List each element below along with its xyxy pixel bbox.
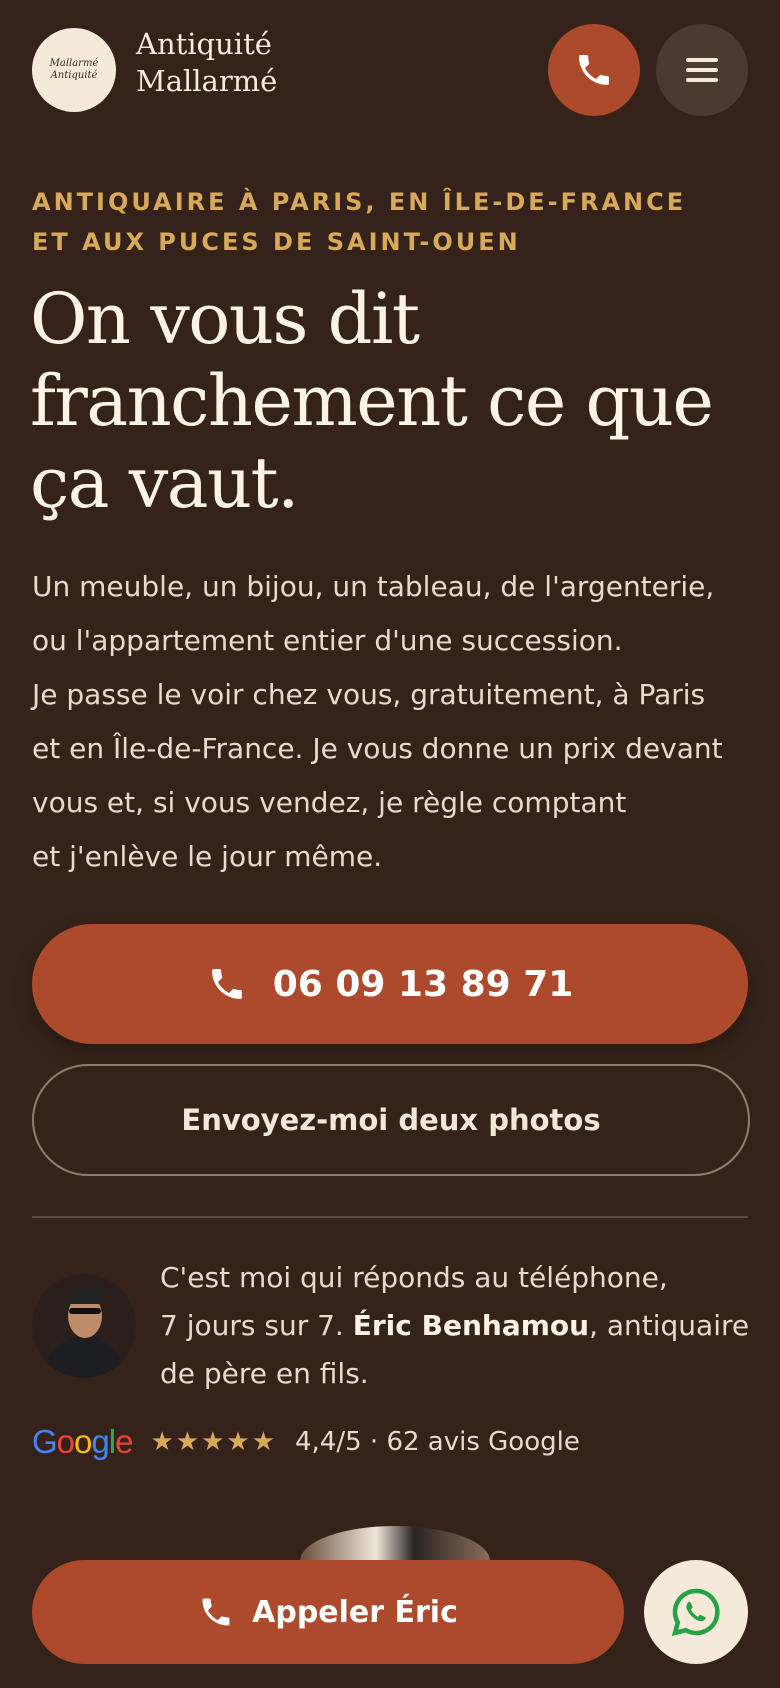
hamburger-menu-icon	[686, 58, 718, 82]
menu-button[interactable]	[656, 24, 748, 116]
phone-icon	[198, 1594, 234, 1630]
brand-line1: Antiquité	[136, 27, 272, 61]
logo-badge-line2: Antiquité	[50, 70, 98, 81]
send-photos-button[interactable]: Envoyez-moi deux photos	[32, 1064, 750, 1176]
whatsapp-icon	[671, 1588, 720, 1637]
kicker-line2: ET AUX PUCES DE SAINT-OUEN	[32, 228, 521, 256]
header-call-button[interactable]	[548, 24, 640, 116]
whatsapp-button[interactable]	[644, 1560, 748, 1664]
section-divider	[32, 1216, 748, 1218]
rating-text: 4,4/5 · 62 avis Google	[295, 1427, 580, 1457]
body-line: Un meuble, un bijou, un tableau, de l'ar…	[32, 570, 715, 603]
owner-intro: C'est moi qui réponds au téléphone, 7 jo…	[160, 1254, 760, 1398]
intro-line1: C'est moi qui réponds au téléphone,	[160, 1261, 668, 1294]
owner-name: Éric Benhamou	[352, 1309, 590, 1342]
brand-line2: Mallarmé	[136, 64, 278, 98]
brand-name[interactable]: Antiquité Mallarmé	[136, 26, 396, 100]
phone-icon	[207, 964, 247, 1004]
hero-body: Un meuble, un bijou, un tableau, de l'ar…	[32, 560, 752, 884]
logo-badge[interactable]: Mallarmé Antiquité	[32, 28, 116, 112]
body-line: ou l'appartement entier d'une succession…	[32, 624, 623, 657]
intro-line2: 7 jours sur 7. Éric Benhamou, antiquaire	[160, 1302, 760, 1350]
star-rating: ★★★★★	[150, 1427, 277, 1457]
intro-line3: de père en fils.	[160, 1357, 369, 1390]
send-photos-label: Envoyez-moi deux photos	[181, 1103, 601, 1137]
hero-headline: On vous dit franchement ce que ça vaut.	[30, 278, 714, 524]
google-logo: Google	[32, 1423, 133, 1460]
avatar	[32, 1274, 136, 1378]
site-header: Mallarmé Antiquité Antiquité Mallarmé	[0, 0, 780, 140]
sticky-call-button[interactable]: Appeler Éric	[32, 1560, 624, 1664]
hero-kicker: ANTIQUAIRE À PARIS, EN ÎLE-DE-FRANCE ET …	[32, 182, 748, 262]
intro-prefix: 7 jours sur 7.	[160, 1309, 353, 1342]
phone-icon	[579, 55, 609, 85]
phone-number-label: 06 09 13 89 71	[272, 963, 574, 1005]
logo-badge-line1: Mallarmé	[49, 58, 99, 69]
body-line: vous et, si vous vendez, je règle compta…	[32, 786, 627, 819]
google-rating[interactable]: Google ★★★★★ 4,4/5 · 62 avis Google	[32, 1418, 752, 1466]
sticky-call-label: Appeler Éric	[252, 1594, 458, 1630]
body-line: et j'enlève le jour même.	[32, 840, 383, 873]
kicker-line1: ANTIQUAIRE À PARIS, EN ÎLE-DE-FRANCE	[32, 188, 687, 216]
intro-suffix: , antiquaire	[589, 1309, 750, 1342]
body-line: et en Île-de-France. Je vous donne un pr…	[32, 732, 723, 765]
body-line: Je passe le voir chez vous, gratuitement…	[32, 678, 706, 711]
phone-number-button[interactable]: 06 09 13 89 71	[32, 924, 748, 1044]
